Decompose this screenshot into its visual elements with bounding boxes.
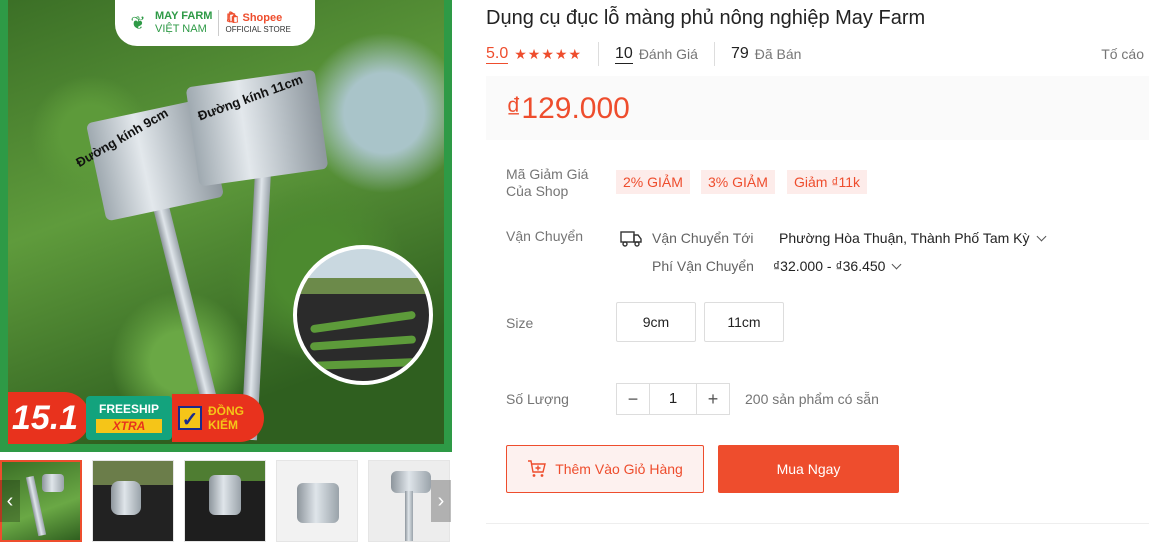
- chevron-down-icon: [1036, 231, 1046, 242]
- quantity-decrease-button[interactable]: −: [617, 384, 649, 414]
- voucher-chip-2[interactable]: 3% GIẢM: [701, 170, 775, 194]
- reviews-label: Đánh Giá: [638, 46, 698, 62]
- thumbnail-3[interactable]: [184, 460, 266, 542]
- ship-to-label: Vận Chuyển Tới: [652, 230, 754, 246]
- voucher-chip-3[interactable]: Giảm ₫11k: [787, 170, 868, 194]
- size-option-11cm[interactable]: 11cm: [704, 302, 784, 342]
- divider: [598, 42, 600, 66]
- quantity-increase-button[interactable]: +: [697, 384, 729, 414]
- quantity-label: Số Lượng: [506, 391, 569, 407]
- price-section: ₫129.000: [486, 76, 1149, 140]
- stock-text: 200 sản phẩm có sẵn: [745, 391, 879, 407]
- thumbnail-prev-button[interactable]: ‹: [0, 480, 20, 522]
- truck-icon: [620, 231, 642, 247]
- ship-fee-selector[interactable]: ₫32.000 - ₫36.450: [773, 258, 902, 274]
- add-to-cart-label: Thêm Vào Giỏ Hàng: [555, 461, 683, 477]
- size-option-9cm[interactable]: 9cm: [616, 302, 696, 342]
- buy-now-button[interactable]: Mua Ngay: [718, 445, 899, 493]
- product-price: ₫129.000: [506, 92, 630, 125]
- quantity-stepper: − 1 +: [616, 383, 730, 415]
- section-divider: [486, 523, 1149, 524]
- ship-to-selector[interactable]: Phường Hòa Thuận, Thành Phố Tam Kỳ: [779, 230, 1046, 246]
- report-link[interactable]: Tố cáo: [1101, 46, 1144, 62]
- ship-fee-label: Phí Vận Chuyển: [652, 258, 754, 274]
- sold-count: 79: [730, 45, 749, 62]
- rating-stars-icon: ★★★★★: [514, 45, 583, 62]
- shipping-label: Vận Chuyển: [506, 228, 584, 244]
- size-label: Size: [506, 315, 534, 331]
- divider: [713, 42, 715, 66]
- rating-value[interactable]: 5.0: [486, 45, 509, 64]
- sold-label: Đã Bán: [754, 46, 802, 62]
- cart-plus-icon: [528, 460, 547, 477]
- thumbnail-strip: ‹ ›: [0, 460, 452, 544]
- voucher-label: Mã Giảm Giá Của Shop: [506, 166, 589, 199]
- product-title: Dụng cụ đục lỗ màng phủ nông nghiệp May …: [486, 7, 926, 29]
- image-frame: [0, 0, 452, 452]
- chevron-down-icon: [892, 259, 902, 270]
- voucher-chip-1[interactable]: 2% GIẢM: [616, 170, 690, 194]
- thumbnail-next-button[interactable]: ›: [431, 480, 451, 522]
- add-to-cart-button[interactable]: Thêm Vào Giỏ Hàng: [506, 445, 704, 493]
- quantity-input[interactable]: 1: [649, 384, 697, 414]
- thumbnail-2[interactable]: [92, 460, 174, 542]
- main-product-image[interactable]: Đường kính 9cm Đường kính 11cm ❦ MAY FAR…: [0, 0, 452, 452]
- thumbnail-4[interactable]: [276, 460, 358, 542]
- rating-row: 5.0 ★★★★★ 10 Đánh Giá 79 Đã Bán Tố cáo: [486, 42, 1144, 66]
- reviews-count[interactable]: 10: [615, 45, 633, 64]
